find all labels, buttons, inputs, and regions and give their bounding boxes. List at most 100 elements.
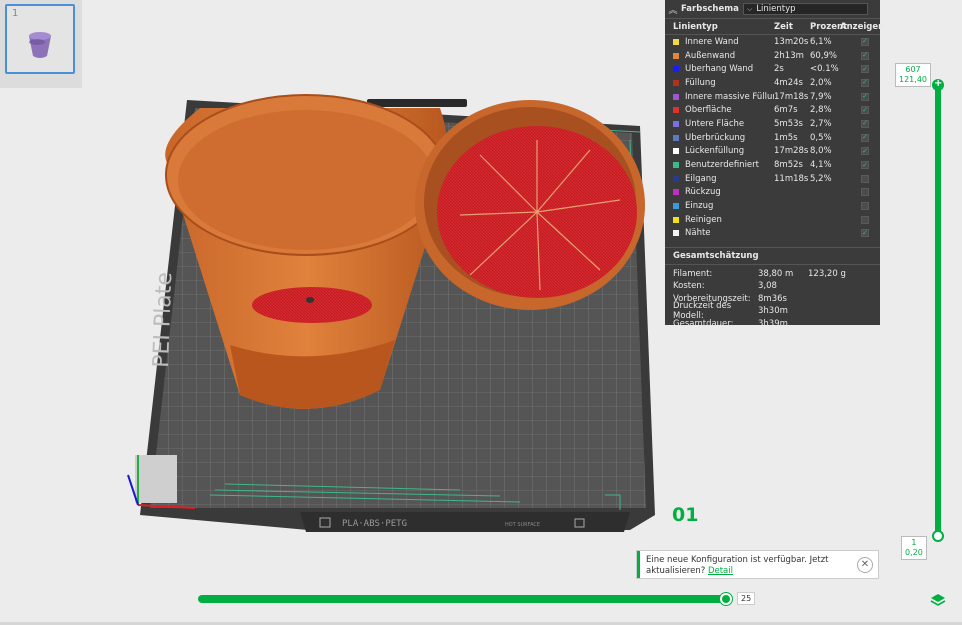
notification-detail-link[interactable]: Detail xyxy=(708,566,733,576)
summary-row: Druckzeit des Modell: 3h30m xyxy=(665,301,880,321)
close-icon[interactable]: ✕ xyxy=(857,557,873,573)
legend-show-checkbox[interactable]: ✓ xyxy=(861,147,869,156)
legend-color-swatch xyxy=(673,66,679,73)
legend-header-row: Linientyp Zeit Prozent Anzeigen xyxy=(665,19,885,35)
header-type: Linientyp xyxy=(673,21,718,32)
header-time: Zeit xyxy=(774,21,793,32)
panel-header: ︽ Farbschema ⌵ Linientyp xyxy=(665,0,880,19)
color-scheme-label: Farbschema xyxy=(681,4,739,14)
chevron-up-icon[interactable]: ︽ xyxy=(665,3,681,16)
legend-percent: <0.1% xyxy=(810,64,839,75)
legend-color-swatch xyxy=(673,134,679,141)
legend-time: 17m18s xyxy=(774,91,809,102)
legend-color-swatch xyxy=(673,52,679,59)
legend-show-checkbox[interactable]: ✓ xyxy=(861,229,869,238)
legend-type-cell: Füllung xyxy=(665,78,774,88)
legend-type-cell: Eilgang xyxy=(665,174,774,184)
legend-type-label: Einzug xyxy=(685,201,714,212)
legend-percent: 8,0% xyxy=(810,146,832,157)
legend-type-label: Oberfläche xyxy=(685,105,732,116)
legend-percent: 2,8% xyxy=(810,105,832,116)
legend-show-checkbox[interactable]: ✓ xyxy=(861,37,869,46)
color-scheme-select[interactable]: ⌵ Linientyp xyxy=(743,3,868,15)
layer-top-handle[interactable] xyxy=(932,78,944,91)
move-slider-handle[interactable] xyxy=(720,593,732,605)
legend-time: 17m28s xyxy=(774,146,809,157)
legend-type-cell: Innere massive Füllung xyxy=(665,92,774,102)
layer-top-height: 121,40 xyxy=(899,75,927,84)
legend-time: 8m52s xyxy=(774,160,803,171)
legend-rows: Innere Wand 13m20s 6,1% ✓ Außenwand 2h13m 60,9… xyxy=(665,35,880,240)
legend-time: 2h13m xyxy=(774,50,804,61)
legend-type-label: Untere Fläche xyxy=(685,118,745,129)
legend-type-label: Benutzerdefiniert xyxy=(685,160,759,171)
layer-bottom-height: 0,20 xyxy=(905,548,923,557)
legend-row: Rückzug xyxy=(665,186,880,200)
plate-number[interactable]: 01 xyxy=(672,504,698,526)
legend-color-swatch xyxy=(673,216,679,223)
legend-percent: 0,5% xyxy=(810,132,832,143)
legend-time: 4m24s xyxy=(774,77,803,88)
legend-row: Außenwand 2h13m 60,9% ✓ xyxy=(665,49,880,63)
move-slider-track[interactable] xyxy=(198,595,728,603)
color-scheme-value: Linientyp xyxy=(756,4,796,14)
legend-percent: 5,2% xyxy=(810,173,832,184)
legend-type-label: Nähte xyxy=(685,228,711,239)
legend-type-label: Eilgang xyxy=(685,173,717,184)
layer-bottom-handle[interactable] xyxy=(932,530,944,542)
header-show: Anzeigen xyxy=(840,21,885,32)
legend-show-checkbox[interactable]: ✓ xyxy=(861,92,869,101)
legend-percent: 60,9% xyxy=(810,50,838,61)
summary-rows: Filament: 38,80 m 123,20 g Kosten: 3,08 Vorbe… xyxy=(665,265,880,330)
summary-key: Gesamtdauer: xyxy=(673,318,734,329)
legend-row: Überhang Wand 2s <0.1% ✓ xyxy=(665,62,880,76)
summary-title: Gesamtschätzung xyxy=(665,247,880,266)
legend-show-checkbox[interactable]: ✓ xyxy=(861,106,869,115)
legend-show-checkbox[interactable] xyxy=(861,202,869,211)
legend-percent: 2,0% xyxy=(810,77,832,88)
legend-show-checkbox[interactable]: ✓ xyxy=(861,161,869,170)
legend-show-checkbox[interactable]: ✓ xyxy=(861,65,869,74)
legend-percent: 7,9% xyxy=(810,91,832,102)
legend-type-label: Innere massive Füllung xyxy=(685,91,774,102)
legend-show-checkbox[interactable]: ✓ xyxy=(861,119,869,128)
legend-color-swatch xyxy=(673,230,679,237)
legend-type-label: Reinigen xyxy=(685,214,722,225)
legend-row: Benutzerdefiniert 8m52s 4,1% ✓ xyxy=(665,158,880,172)
legend-show-checkbox[interactable] xyxy=(861,174,869,183)
layer-bottom-badge: 1 0,20 xyxy=(901,536,927,560)
summary-value: 38,80 m xyxy=(758,268,794,279)
summary-value: 3h30m xyxy=(758,306,788,317)
legend-show-checkbox[interactable] xyxy=(861,188,869,197)
legend-time: 13m20s xyxy=(774,36,809,47)
summary-key: Filament: xyxy=(673,268,713,279)
legend-type-label: Innere Wand xyxy=(685,36,739,47)
summary-row: Kosten: 3,08 xyxy=(665,280,880,293)
legend-type-cell: Überhang Wand xyxy=(665,64,774,74)
plate-bottom-label: PLA·ABS·PETG xyxy=(342,519,407,529)
summary-key: Kosten: xyxy=(673,281,705,292)
legend-show-checkbox[interactable] xyxy=(861,215,869,224)
layer-slider-track[interactable] xyxy=(935,82,941,537)
legend-percent: 4,1% xyxy=(810,160,832,171)
legend-color-swatch xyxy=(673,175,679,182)
summary-value: 3,08 xyxy=(758,281,777,292)
legend-type-cell: Außenwand xyxy=(665,51,774,61)
notification-accent xyxy=(637,551,640,578)
legend-type-cell: Benutzerdefiniert xyxy=(665,160,774,170)
legend-time: 6m7s xyxy=(774,105,798,116)
legend-type-cell: Einzug xyxy=(665,201,774,211)
notification-text-block: Eine neue Konfiguration ist verfügbar. J… xyxy=(646,555,846,577)
legend-color-swatch xyxy=(673,148,679,155)
legend-type-cell: Reinigen xyxy=(665,215,774,225)
legend-show-checkbox[interactable]: ✓ xyxy=(861,133,869,142)
legend-show-checkbox[interactable]: ✓ xyxy=(861,51,869,60)
summary-value: 3h39m xyxy=(758,318,788,329)
legend-type-label: Überbrückung xyxy=(685,132,746,143)
layers-icon[interactable] xyxy=(930,592,946,608)
legend-type-label: Außenwand xyxy=(685,50,736,61)
legend-color-swatch xyxy=(673,79,679,86)
legend-show-checkbox[interactable]: ✓ xyxy=(861,78,869,87)
legend-type-label: Lückenfüllung xyxy=(685,146,745,157)
legend-color-swatch xyxy=(673,107,679,114)
